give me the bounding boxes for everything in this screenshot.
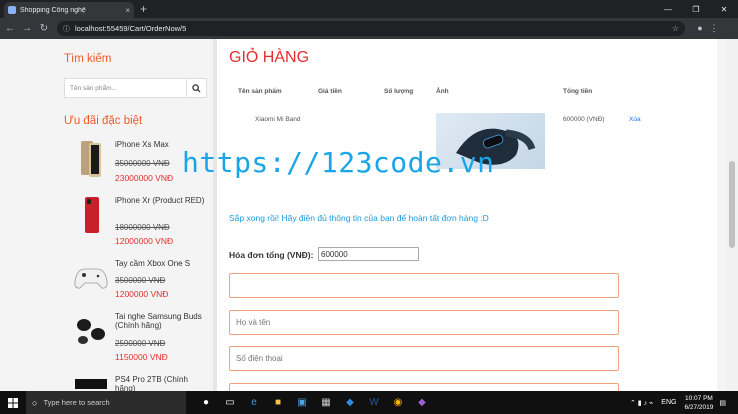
watermark-text: https://123code.vn: [182, 146, 495, 179]
tab-title: Shopping Công nghệ: [20, 6, 86, 14]
cart-panel: GIỎ HÀNG Tên sản phẩm Giá tiền Số lượng …: [217, 39, 717, 391]
deal-new-price: 12000000 VNĐ: [115, 236, 174, 246]
order-field-4[interactable]: [229, 383, 619, 391]
full-name-field[interactable]: Họ và tên: [229, 310, 619, 335]
total-field[interactable]: 600000: [318, 247, 419, 261]
col-header-quantity: Số lượng: [384, 88, 414, 95]
task-view-icon[interactable]: ▭: [218, 391, 242, 414]
taskbar-search[interactable]: ○ Type here to search: [26, 391, 186, 414]
window-close-button[interactable]: ✕: [710, 0, 738, 18]
deal-new-price: 1150000 VNĐ: [115, 352, 168, 362]
deal-product-name: Tai nghe Samsung Buds (Chính hãng): [115, 312, 202, 330]
search-icon: [192, 83, 201, 93]
site-info-icon[interactable]: ⓘ: [63, 24, 70, 34]
search-box: Tên sản phẩm...: [64, 78, 207, 98]
taskbar-search-icon: ○: [32, 397, 38, 408]
deal-product-name: Tay cầm Xbox One S: [115, 259, 191, 268]
search-input[interactable]: Tên sản phẩm...: [65, 85, 186, 92]
taskbar-search-input[interactable]: Type here to search: [43, 398, 109, 407]
deal-old-price: 18000000 VNĐ: [115, 223, 170, 232]
order-field-1[interactable]: [229, 273, 619, 298]
iphone-xr-red-image: [85, 197, 99, 233]
phone-field[interactable]: Số điện thoại: [229, 346, 619, 371]
bookmark-star-icon[interactable]: ☆: [672, 24, 679, 33]
deal-new-price: 1200000 VNĐ: [115, 289, 169, 299]
system-tray: ⌃ ▮ ♪ ⌁ ENG 10:07 PM 6/27/2019 ▤: [630, 391, 734, 414]
language-indicator[interactable]: ENG: [661, 399, 676, 406]
checkout-note: Sắp xong rồi! Hãy điền đủ thông tin của …: [229, 213, 489, 223]
clock-date: 6/27/2019: [684, 403, 714, 411]
tray-icons[interactable]: ⌃ ▮ ♪ ⌁: [630, 399, 653, 407]
deal-product-name: PS4 Pro 2TB (Chính hãng): [115, 375, 188, 391]
total-label: Hóa đơn tổng (VNĐ):: [229, 250, 314, 260]
word-icon[interactable]: W: [362, 391, 386, 414]
cart-product-name: Xiaomi Mi Band: [255, 116, 301, 123]
edge-icon[interactable]: e: [242, 391, 266, 414]
favicon-icon: [8, 6, 16, 14]
reload-icon[interactable]: ↻: [37, 23, 51, 34]
notifications-icon[interactable]: ▤: [719, 399, 726, 407]
scrollbar-thumb[interactable]: [729, 161, 735, 248]
deal-product-name: iPhone Xr (Product RED): [115, 196, 205, 205]
url-text: localhost:55459/Cart/OrderNow/5: [75, 24, 187, 33]
page-content: Tìm kiếm Tên sản phẩm... Ưu đãi đặc biệt…: [0, 39, 738, 391]
taskbar: ○ Type here to search ● ▭ e ■ ▣ ▦ ◆ W ◉ …: [0, 391, 738, 414]
mic-icon[interactable]: ●: [194, 391, 218, 414]
deal-old-price: 2590000 VNĐ: [115, 339, 166, 348]
page-scrollbar[interactable]: [726, 39, 738, 391]
windows-start-icon[interactable]: [0, 391, 26, 414]
iphone-xs-image: [81, 141, 101, 177]
col-header-name: Tên sản phẩm: [238, 88, 282, 95]
visual-studio-icon[interactable]: ◆: [410, 391, 434, 414]
windows-logo-icon: [8, 397, 18, 408]
forward-icon[interactable]: →: [20, 23, 34, 34]
deal-new-price: 23000000 VNĐ: [115, 173, 174, 183]
account-icon[interactable]: ●: [693, 23, 707, 34]
page-title: GIỎ HÀNG: [229, 49, 310, 66]
clock[interactable]: 10:07 PM 6/27/2019: [684, 394, 713, 412]
deals-title: Ưu đãi đặc biệt: [64, 115, 143, 127]
browser-toolbar: ← → ↻ ⓘ localhost:55459/Cart/OrderNow/5 …: [0, 18, 738, 39]
col-header-image: Ảnh: [436, 88, 449, 95]
maximize-button[interactable]: ❐: [682, 0, 710, 18]
search-button[interactable]: [186, 79, 206, 97]
col-header-total: Tổng tiền: [563, 88, 593, 95]
xbox-controller-image: [74, 268, 108, 289]
ps4-pro-image: [75, 379, 107, 389]
calculator-icon[interactable]: ▦: [314, 391, 338, 414]
search-title: Tìm kiếm: [64, 53, 112, 65]
delete-link[interactable]: Xóa: [629, 116, 641, 123]
browser-tab[interactable]: Shopping Công nghệ ×: [4, 2, 134, 18]
chrome-icon[interactable]: ◉: [386, 391, 410, 414]
cart-row-total: 600000 (VNĐ): [563, 116, 605, 123]
tab-close-icon[interactable]: ×: [125, 6, 130, 15]
new-tab-button[interactable]: +: [140, 2, 147, 16]
browser-tab-strip: Shopping Công nghệ × + — ❐ ✕: [0, 0, 738, 18]
vscode-icon[interactable]: ◆: [338, 391, 362, 414]
minimize-button[interactable]: —: [654, 0, 682, 18]
store-icon[interactable]: ▣: [290, 391, 314, 414]
sidebar: Tìm kiếm Tên sản phẩm... Ưu đãi đặc biệt…: [57, 39, 207, 391]
address-bar[interactable]: ⓘ localhost:55459/Cart/OrderNow/5 ☆: [57, 21, 685, 36]
deal-old-price: 35000000 VNĐ: [115, 159, 170, 168]
col-header-price: Giá tiền: [318, 88, 342, 95]
deal-old-price: 3500000 VNĐ: [115, 276, 166, 285]
clock-time: 10:07 PM: [685, 394, 713, 402]
menu-icon[interactable]: ⋮: [707, 23, 721, 34]
file-explorer-icon[interactable]: ■: [266, 391, 290, 414]
back-icon[interactable]: ←: [3, 23, 17, 34]
samsung-buds-image: [77, 319, 105, 344]
